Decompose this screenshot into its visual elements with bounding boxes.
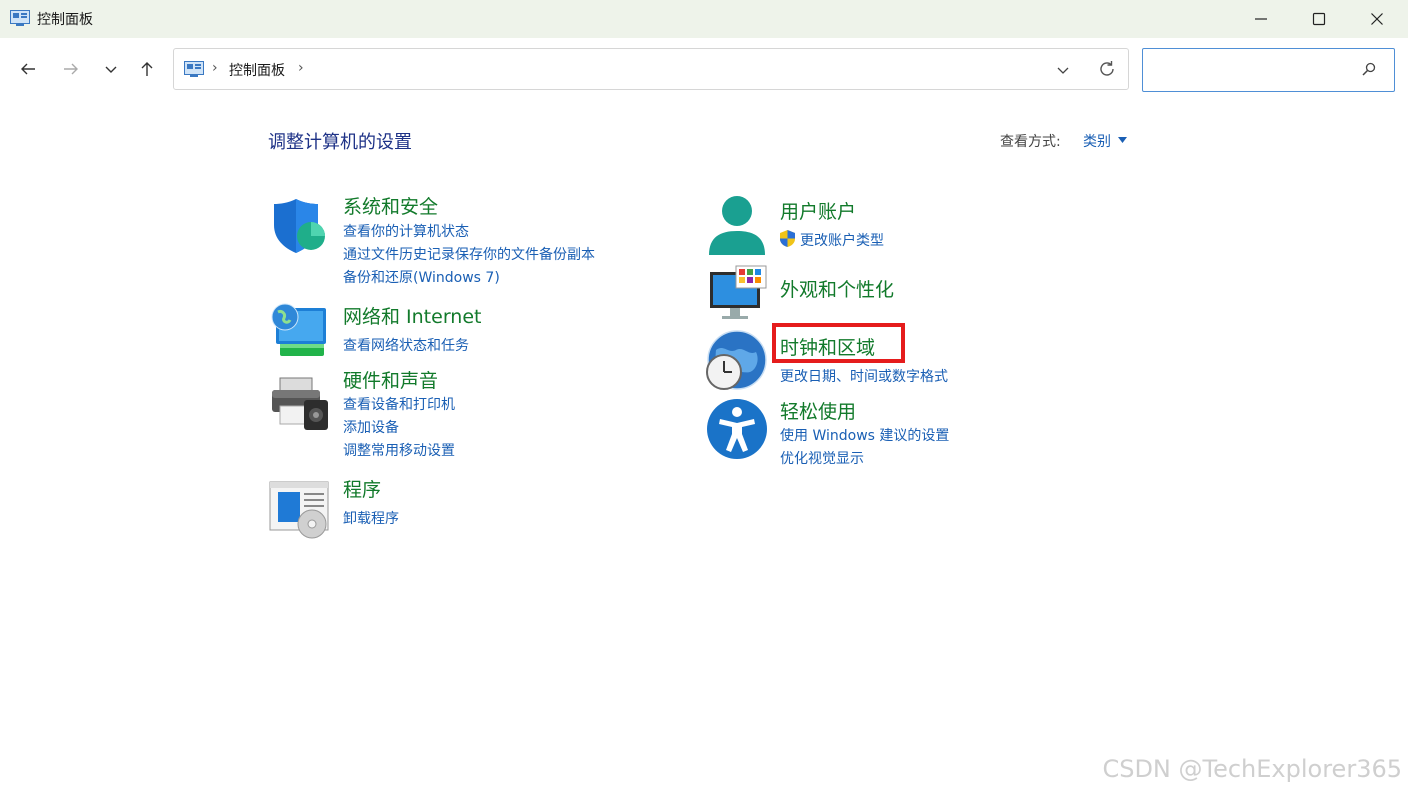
link-windows-recommended-settings[interactable]: 使用 Windows 建议的设置: [780, 425, 949, 445]
arrow-left-icon: [21, 63, 35, 75]
view-by-dropdown[interactable]: 类别: [1083, 131, 1111, 151]
chevron-down-icon: [105, 66, 117, 73]
link-optimize-visual-display[interactable]: 优化视觉显示: [780, 448, 864, 468]
category-appearance[interactable]: 外观和个性化: [780, 275, 894, 302]
main-content: 调整计算机的设置 查看方式: 类别 系统和安全 查看你的计算机状态 通过文件历史…: [0, 100, 1408, 793]
category-clock-region[interactable]: 时钟和区域: [780, 333, 875, 360]
maximize-icon: [1312, 12, 1326, 26]
category-programs[interactable]: 程序: [343, 475, 381, 502]
link-change-date-time-format[interactable]: 更改日期、时间或数字格式: [780, 366, 948, 386]
shield-icon[interactable]: [268, 195, 330, 257]
category-system-security[interactable]: 系统和安全: [343, 192, 438, 219]
control-panel-icon: [184, 61, 204, 77]
link-backup-restore[interactable]: 备份和还原(Windows 7): [343, 267, 500, 287]
up-button[interactable]: [134, 56, 160, 82]
view-by-label: 查看方式:: [1000, 134, 1061, 150]
link-view-computer-status[interactable]: 查看你的计算机状态: [343, 221, 469, 241]
link-change-account-type[interactable]: 更改账户类型: [800, 230, 884, 250]
category-ease-of-access[interactable]: 轻松使用: [780, 397, 856, 424]
link-devices-printers[interactable]: 查看设备和打印机: [343, 394, 455, 414]
search-icon[interactable]: [1361, 61, 1377, 77]
printer-icon[interactable]: [268, 372, 330, 434]
breadcrumb-control-panel[interactable]: 控制面板: [229, 60, 285, 80]
watermark: CSDN @TechExplorer365: [1102, 755, 1402, 783]
accessibility-icon[interactable]: [706, 398, 768, 460]
address-bar[interactable]: › 控制面板 ›: [173, 48, 1129, 90]
minimize-button[interactable]: [1232, 0, 1290, 38]
arrow-right-icon: [64, 63, 78, 75]
arrow-up-icon: [141, 62, 153, 76]
chevron-down-icon[interactable]: [1054, 61, 1072, 79]
window-title: 控制面板: [37, 12, 93, 28]
user-account-icon[interactable]: [706, 195, 768, 257]
forward-button[interactable]: [58, 56, 84, 82]
caret-down-icon[interactable]: [1118, 137, 1127, 143]
link-file-history-backup[interactable]: 通过文件历史记录保存你的文件备份副本: [343, 244, 595, 264]
link-mobility-settings[interactable]: 调整常用移动设置: [343, 440, 455, 460]
category-user-accounts[interactable]: 用户账户: [780, 197, 856, 224]
clock-globe-icon[interactable]: [706, 330, 768, 392]
category-network-internet[interactable]: 网络和 Internet: [343, 302, 481, 329]
recent-locations-button[interactable]: [98, 56, 124, 82]
maximize-button[interactable]: [1290, 0, 1348, 38]
search-input[interactable]: [1149, 57, 1353, 85]
close-icon: [1371, 13, 1383, 25]
appearance-monitor-icon[interactable]: [706, 262, 768, 324]
back-button[interactable]: [15, 56, 41, 82]
programs-icon[interactable]: [268, 478, 330, 540]
category-hardware-sound[interactable]: 硬件和声音: [343, 366, 438, 393]
breadcrumb-separator[interactable]: ›: [298, 60, 304, 76]
uac-shield-icon: [780, 230, 795, 247]
link-uninstall-program[interactable]: 卸载程序: [343, 508, 399, 528]
network-globe-icon[interactable]: [268, 300, 330, 362]
minimize-icon: [1255, 18, 1267, 20]
close-button[interactable]: [1348, 0, 1406, 38]
breadcrumb-separator[interactable]: ›: [212, 60, 218, 76]
control-panel-icon: [10, 10, 30, 26]
refresh-icon[interactable]: [1097, 59, 1117, 79]
search-box[interactable]: [1142, 48, 1395, 92]
page-title: 调整计算机的设置: [268, 132, 412, 153]
link-add-device[interactable]: 添加设备: [343, 417, 399, 437]
link-network-status[interactable]: 查看网络状态和任务: [343, 335, 469, 355]
title-bar: 控制面板: [0, 0, 1408, 38]
